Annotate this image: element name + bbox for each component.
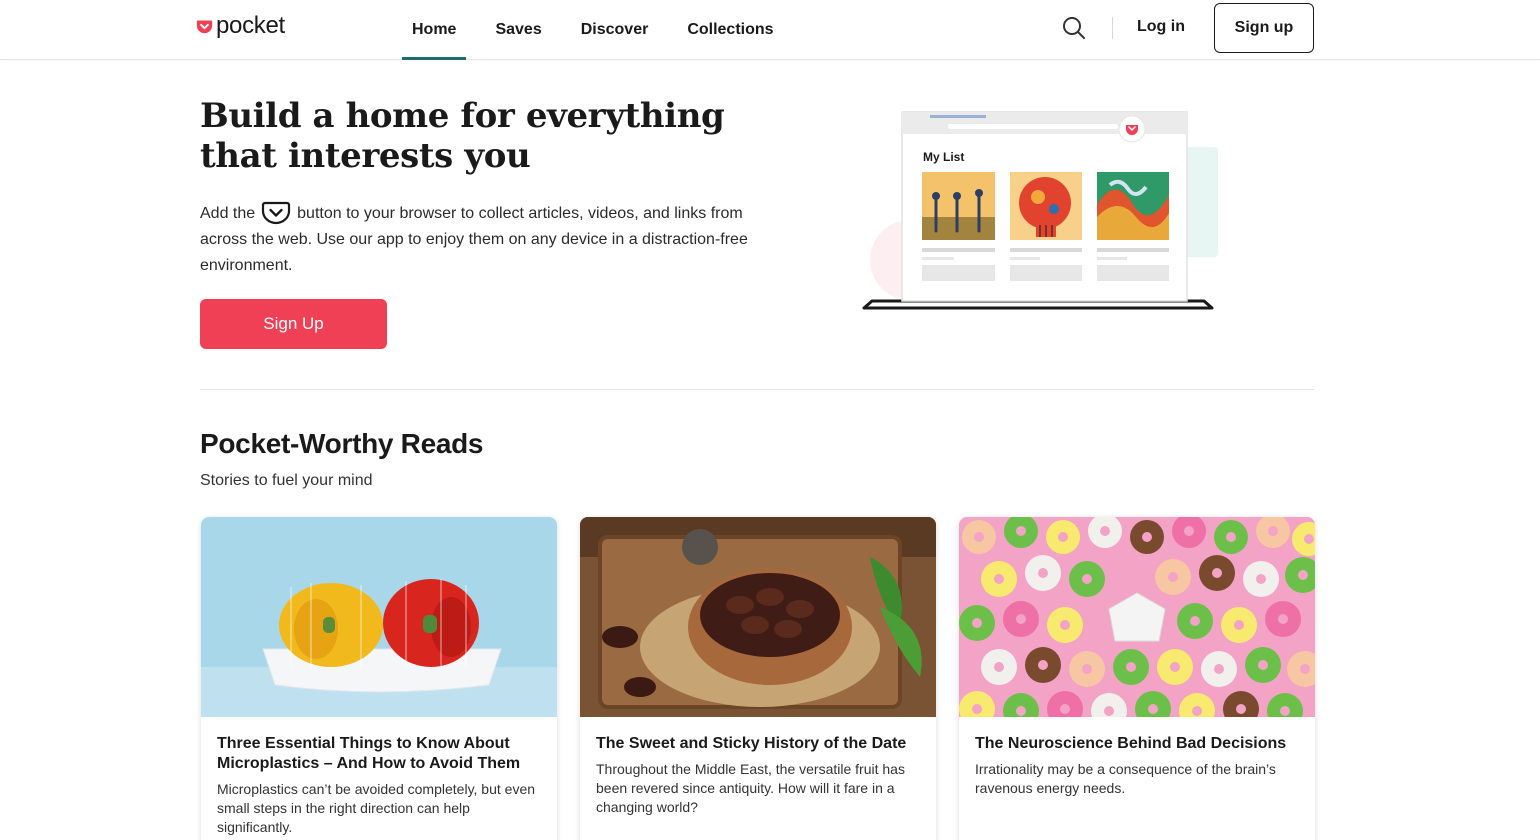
section-subtitle: Stories to fuel your mind [200, 472, 373, 489]
nav-saves[interactable]: Saves [485, 0, 551, 60]
hero-title: Build a home for everything that interes… [200, 96, 725, 176]
pocket-logo-icon [196, 20, 213, 33]
pocket-button-icon [262, 201, 291, 225]
my-list-illustration: My List [862, 111, 1218, 310]
nav-home[interactable]: Home [402, 0, 467, 60]
site-header: pocket Home Saves Discover Collections L… [0, 0, 1540, 60]
story-card-microplastics[interactable]: Three Essential Things to Know About Mic… [201, 517, 557, 840]
pocket-logo[interactable]: pocket [196, 14, 285, 38]
search-icon[interactable] [1060, 14, 1088, 42]
donuts-image [959, 517, 1315, 717]
section-title: Pocket-Worthy Reads [200, 428, 484, 459]
hero-signup-button[interactable]: Sign Up [200, 299, 387, 349]
peppers-image [201, 517, 557, 717]
logo-text: pocket [216, 12, 285, 39]
card-description: Microplastics can’t be avoided completel… [217, 781, 536, 835]
hero-description: Add the button to your browser to collec… [200, 200, 760, 279]
header-divider [1112, 17, 1113, 39]
dates-image [580, 517, 936, 717]
nav-discover[interactable]: Discover [571, 0, 659, 60]
story-card-neuroscience[interactable]: The Neuroscience Behind Bad Decisions Ir… [959, 517, 1315, 840]
hero-text-before: Add the [200, 205, 256, 222]
nav-collections[interactable]: Collections [677, 0, 783, 60]
card-title[interactable]: The Neuroscience Behind Bad Decisions [975, 734, 1300, 754]
section-divider [200, 389, 1314, 390]
card-title[interactable]: The Sweet and Sticky History of the Date [596, 734, 921, 754]
story-card-dates[interactable]: The Sweet and Sticky History of the Date… [580, 517, 936, 840]
illustration-list-title: My List [923, 150, 964, 164]
signup-button[interactable]: Sign up [1214, 3, 1314, 53]
card-description: Irrationality may be a consequence of th… [975, 761, 1276, 796]
main-nav: Home Saves Discover Collections [402, 0, 803, 60]
card-description: Throughout the Middle East, the versatil… [596, 761, 905, 815]
card-title[interactable]: Three Essential Things to Know About Mic… [217, 734, 542, 774]
login-link[interactable]: Log in [1137, 18, 1185, 36]
